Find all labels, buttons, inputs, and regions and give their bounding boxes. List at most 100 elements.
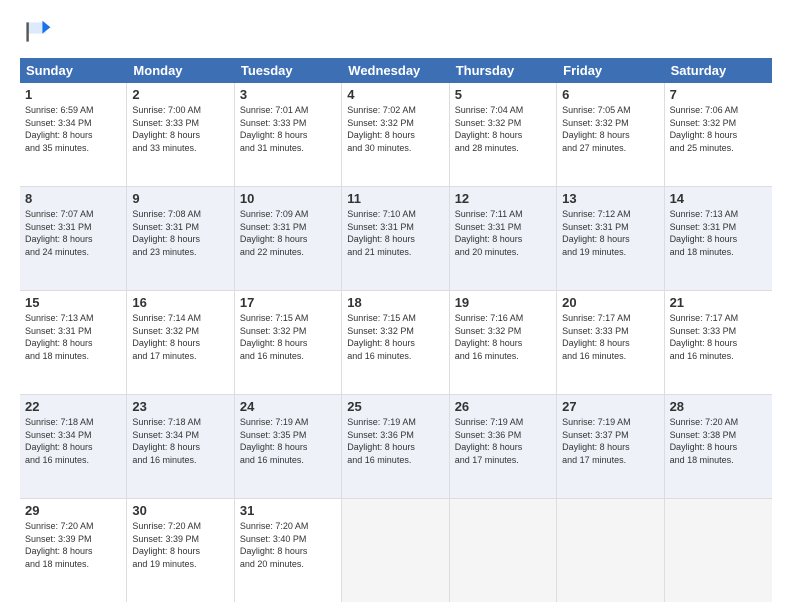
day-info: Sunrise: 7:01 AM Sunset: 3:33 PM Dayligh…: [240, 104, 336, 154]
day-cell-1: 1 Sunrise: 6:59 AM Sunset: 3:34 PM Daylig…: [20, 83, 127, 186]
day-cell-empty: [342, 499, 449, 602]
day-number: 22: [25, 399, 121, 414]
day-info: Sunrise: 7:17 AM Sunset: 3:33 PM Dayligh…: [670, 312, 767, 362]
day-number: 20: [562, 295, 658, 310]
day-cell-5: 5Sunrise: 7:04 AM Sunset: 3:32 PM Daylig…: [450, 83, 557, 186]
calendar-header: SundayMondayTuesdayWednesdayThursdayFrid…: [20, 58, 772, 83]
week-row-2: 8 Sunrise: 7:07 AM Sunset: 3:31 PM Daylig…: [20, 187, 772, 291]
day-cell-7: 7 Sunrise: 7:06 AM Sunset: 3:32 PM Daylig…: [665, 83, 772, 186]
calendar: SundayMondayTuesdayWednesdayThursdayFrid…: [20, 58, 772, 602]
day-number: 16: [132, 295, 228, 310]
day-cell-15: 15Sunrise: 7:13 AM Sunset: 3:31 PM Dayli…: [20, 291, 127, 394]
day-header-monday: Monday: [127, 58, 234, 83]
day-info: Sunrise: 7:19 AM Sunset: 3:36 PM Dayligh…: [455, 416, 551, 466]
day-cell-11: 11 Sunrise: 7:10 AM Sunset: 3:31 PM Dayli…: [342, 187, 449, 290]
day-cell-22: 22Sunrise: 7:18 AM Sunset: 3:34 PM Dayli…: [20, 395, 127, 498]
day-number: 3: [240, 87, 336, 102]
week-row-1: 1 Sunrise: 6:59 AM Sunset: 3:34 PM Daylig…: [20, 83, 772, 187]
day-number: 18: [347, 295, 443, 310]
day-info: Sunrise: 7:20 AM Sunset: 3:39 PM Dayligh…: [25, 520, 121, 570]
page: SundayMondayTuesdayWednesdayThursdayFrid…: [0, 0, 792, 612]
day-cell-16: 16 Sunrise: 7:14 AM Sunset: 3:32 PM Dayli…: [127, 291, 234, 394]
day-cell-4: 4Sunrise: 7:02 AM Sunset: 3:32 PM Daylig…: [342, 83, 449, 186]
day-cell-14: 14 Sunrise: 7:13 AM Sunset: 3:31 PM Dayli…: [665, 187, 772, 290]
day-cell-27: 27 Sunrise: 7:19 AM Sunset: 3:37 PM Dayli…: [557, 395, 664, 498]
day-cell-28: 28 Sunrise: 7:20 AM Sunset: 3:38 PM Dayli…: [665, 395, 772, 498]
header: [20, 16, 772, 48]
day-info: Sunrise: 6:59 AM Sunset: 3:34 PM Dayligh…: [25, 104, 121, 154]
day-info: Sunrise: 7:10 AM Sunset: 3:31 PM Dayligh…: [347, 208, 443, 258]
day-header-tuesday: Tuesday: [235, 58, 342, 83]
day-number: 30: [132, 503, 228, 518]
day-info: Sunrise: 7:12 AM Sunset: 3:31 PM Dayligh…: [562, 208, 658, 258]
day-info: Sunrise: 7:15 AM Sunset: 3:32 PM Dayligh…: [240, 312, 336, 362]
day-info: Sunrise: 7:18 AM Sunset: 3:34 PM Dayligh…: [132, 416, 228, 466]
day-cell-19: 19 Sunrise: 7:16 AM Sunset: 3:32 PM Dayli…: [450, 291, 557, 394]
day-info: Sunrise: 7:20 AM Sunset: 3:40 PM Dayligh…: [240, 520, 336, 570]
day-info: Sunrise: 7:02 AM Sunset: 3:32 PM Dayligh…: [347, 104, 443, 154]
day-cell-3: 3 Sunrise: 7:01 AM Sunset: 3:33 PM Daylig…: [235, 83, 342, 186]
day-info: Sunrise: 7:20 AM Sunset: 3:39 PM Dayligh…: [132, 520, 228, 570]
day-cell-8: 8 Sunrise: 7:07 AM Sunset: 3:31 PM Daylig…: [20, 187, 127, 290]
day-info: Sunrise: 7:09 AM Sunset: 3:31 PM Dayligh…: [240, 208, 336, 258]
day-info: Sunrise: 7:15 AM Sunset: 3:32 PM Dayligh…: [347, 312, 443, 362]
day-cell-6: 6Sunrise: 7:05 AM Sunset: 3:32 PM Daylig…: [557, 83, 664, 186]
day-cell-2: 2Sunrise: 7:00 AM Sunset: 3:33 PM Daylig…: [127, 83, 234, 186]
day-number: 29: [25, 503, 121, 518]
day-number: 27: [562, 399, 658, 414]
day-number: 2: [132, 87, 228, 102]
day-info: Sunrise: 7:20 AM Sunset: 3:38 PM Dayligh…: [670, 416, 767, 466]
day-header-friday: Friday: [557, 58, 664, 83]
day-cell-30: 30 Sunrise: 7:20 AM Sunset: 3:39 PM Dayli…: [127, 499, 234, 602]
day-cell-empty: [665, 499, 772, 602]
day-info: Sunrise: 7:19 AM Sunset: 3:37 PM Dayligh…: [562, 416, 658, 466]
day-info: Sunrise: 7:16 AM Sunset: 3:32 PM Dayligh…: [455, 312, 551, 362]
logo-icon: [20, 16, 52, 48]
day-cell-12: 12 Sunrise: 7:11 AM Sunset: 3:31 PM Dayli…: [450, 187, 557, 290]
day-cell-20: 20 Sunrise: 7:17 AM Sunset: 3:33 PM Dayli…: [557, 291, 664, 394]
day-number: 13: [562, 191, 658, 206]
day-number: 7: [670, 87, 767, 102]
day-info: Sunrise: 7:07 AM Sunset: 3:31 PM Dayligh…: [25, 208, 121, 258]
day-number: 1: [25, 87, 121, 102]
logo: [20, 16, 56, 48]
day-number: 5: [455, 87, 551, 102]
day-number: 28: [670, 399, 767, 414]
day-cell-17: 17 Sunrise: 7:15 AM Sunset: 3:32 PM Dayli…: [235, 291, 342, 394]
day-info: Sunrise: 7:11 AM Sunset: 3:31 PM Dayligh…: [455, 208, 551, 258]
day-cell-10: 10 Sunrise: 7:09 AM Sunset: 3:31 PM Dayli…: [235, 187, 342, 290]
day-number: 26: [455, 399, 551, 414]
week-row-4: 22 Sunrise: 7:18 AM Sunset: 3:34 PM Dayli…: [20, 395, 772, 499]
day-number: 11: [347, 191, 443, 206]
day-number: 19: [455, 295, 551, 310]
week-row-5: 29 Sunrise: 7:20 AM Sunset: 3:39 PM Dayli…: [20, 499, 772, 602]
day-info: Sunrise: 7:06 AM Sunset: 3:32 PM Dayligh…: [670, 104, 767, 154]
day-number: 10: [240, 191, 336, 206]
day-cell-26: 26 Sunrise: 7:19 AM Sunset: 3:36 PM Dayli…: [450, 395, 557, 498]
day-number: 24: [240, 399, 336, 414]
day-number: 12: [455, 191, 551, 206]
day-info: Sunrise: 7:14 AM Sunset: 3:32 PM Dayligh…: [132, 312, 228, 362]
day-cell-13: 13 Sunrise: 7:12 AM Sunset: 3:31 PM Dayli…: [557, 187, 664, 290]
day-header-sunday: Sunday: [20, 58, 127, 83]
day-header-saturday: Saturday: [665, 58, 772, 83]
day-cell-empty: [450, 499, 557, 602]
day-info: Sunrise: 7:17 AM Sunset: 3:33 PM Dayligh…: [562, 312, 658, 362]
day-number: 15: [25, 295, 121, 310]
day-info: Sunrise: 7:19 AM Sunset: 3:35 PM Dayligh…: [240, 416, 336, 466]
day-info: Sunrise: 7:13 AM Sunset: 3:31 PM Dayligh…: [670, 208, 767, 258]
day-number: 14: [670, 191, 767, 206]
day-number: 9: [132, 191, 228, 206]
day-cell-empty: [557, 499, 664, 602]
day-header-wednesday: Wednesday: [342, 58, 449, 83]
day-cell-9: 9Sunrise: 7:08 AM Sunset: 3:31 PM Daylig…: [127, 187, 234, 290]
day-cell-21: 21 Sunrise: 7:17 AM Sunset: 3:33 PM Dayli…: [665, 291, 772, 394]
day-number: 17: [240, 295, 336, 310]
day-cell-31: 31Sunrise: 7:20 AM Sunset: 3:40 PM Dayli…: [235, 499, 342, 602]
week-row-3: 15Sunrise: 7:13 AM Sunset: 3:31 PM Dayli…: [20, 291, 772, 395]
day-number: 8: [25, 191, 121, 206]
day-number: 21: [670, 295, 767, 310]
day-cell-25: 25Sunrise: 7:19 AM Sunset: 3:36 PM Dayli…: [342, 395, 449, 498]
day-cell-23: 23Sunrise: 7:18 AM Sunset: 3:34 PM Dayli…: [127, 395, 234, 498]
day-cell-29: 29 Sunrise: 7:20 AM Sunset: 3:39 PM Dayli…: [20, 499, 127, 602]
